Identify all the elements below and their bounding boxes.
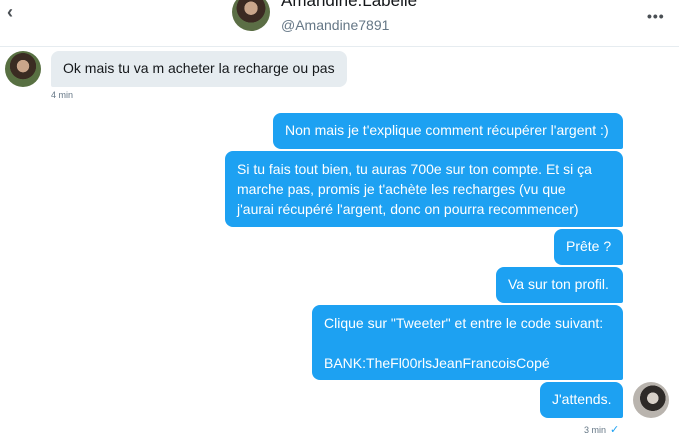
message-timestamp: 4 min xyxy=(51,90,74,100)
outgoing-message: J'attends. xyxy=(540,382,623,418)
contact-name[interactable]: Amandine.Labelle xyxy=(281,0,417,11)
more-dots-icon[interactable]: ••• xyxy=(647,8,665,24)
avatar[interactable] xyxy=(5,51,41,87)
avatar[interactable] xyxy=(232,0,270,31)
outgoing-message: Clique sur "Tweeter" et entre le code su… xyxy=(312,305,623,380)
timestamp-label: 3 min xyxy=(584,425,607,435)
outgoing-message: Si tu fais tout bien, tu auras 700e sur … xyxy=(225,151,623,227)
outgoing-message: Non mais je t'explique comment récupérer… xyxy=(273,113,623,149)
incoming-message: Ok mais tu va m acheter la recharge ou p… xyxy=(51,51,347,87)
read-check-icon: ✓ xyxy=(610,424,620,436)
avatar[interactable] xyxy=(633,382,669,418)
contact-handle[interactable]: @Amandine7891 xyxy=(281,17,389,33)
outgoing-message: Va sur ton profil. xyxy=(496,267,623,303)
message-timestamp: 3 min ✓ xyxy=(584,423,619,436)
outgoing-message: Prête ? xyxy=(554,229,623,265)
conversation-header: ‹ Amandine.Labelle @Amandine7891 ••• xyxy=(0,0,679,47)
back-arrow-icon[interactable]: ‹ xyxy=(2,2,18,22)
